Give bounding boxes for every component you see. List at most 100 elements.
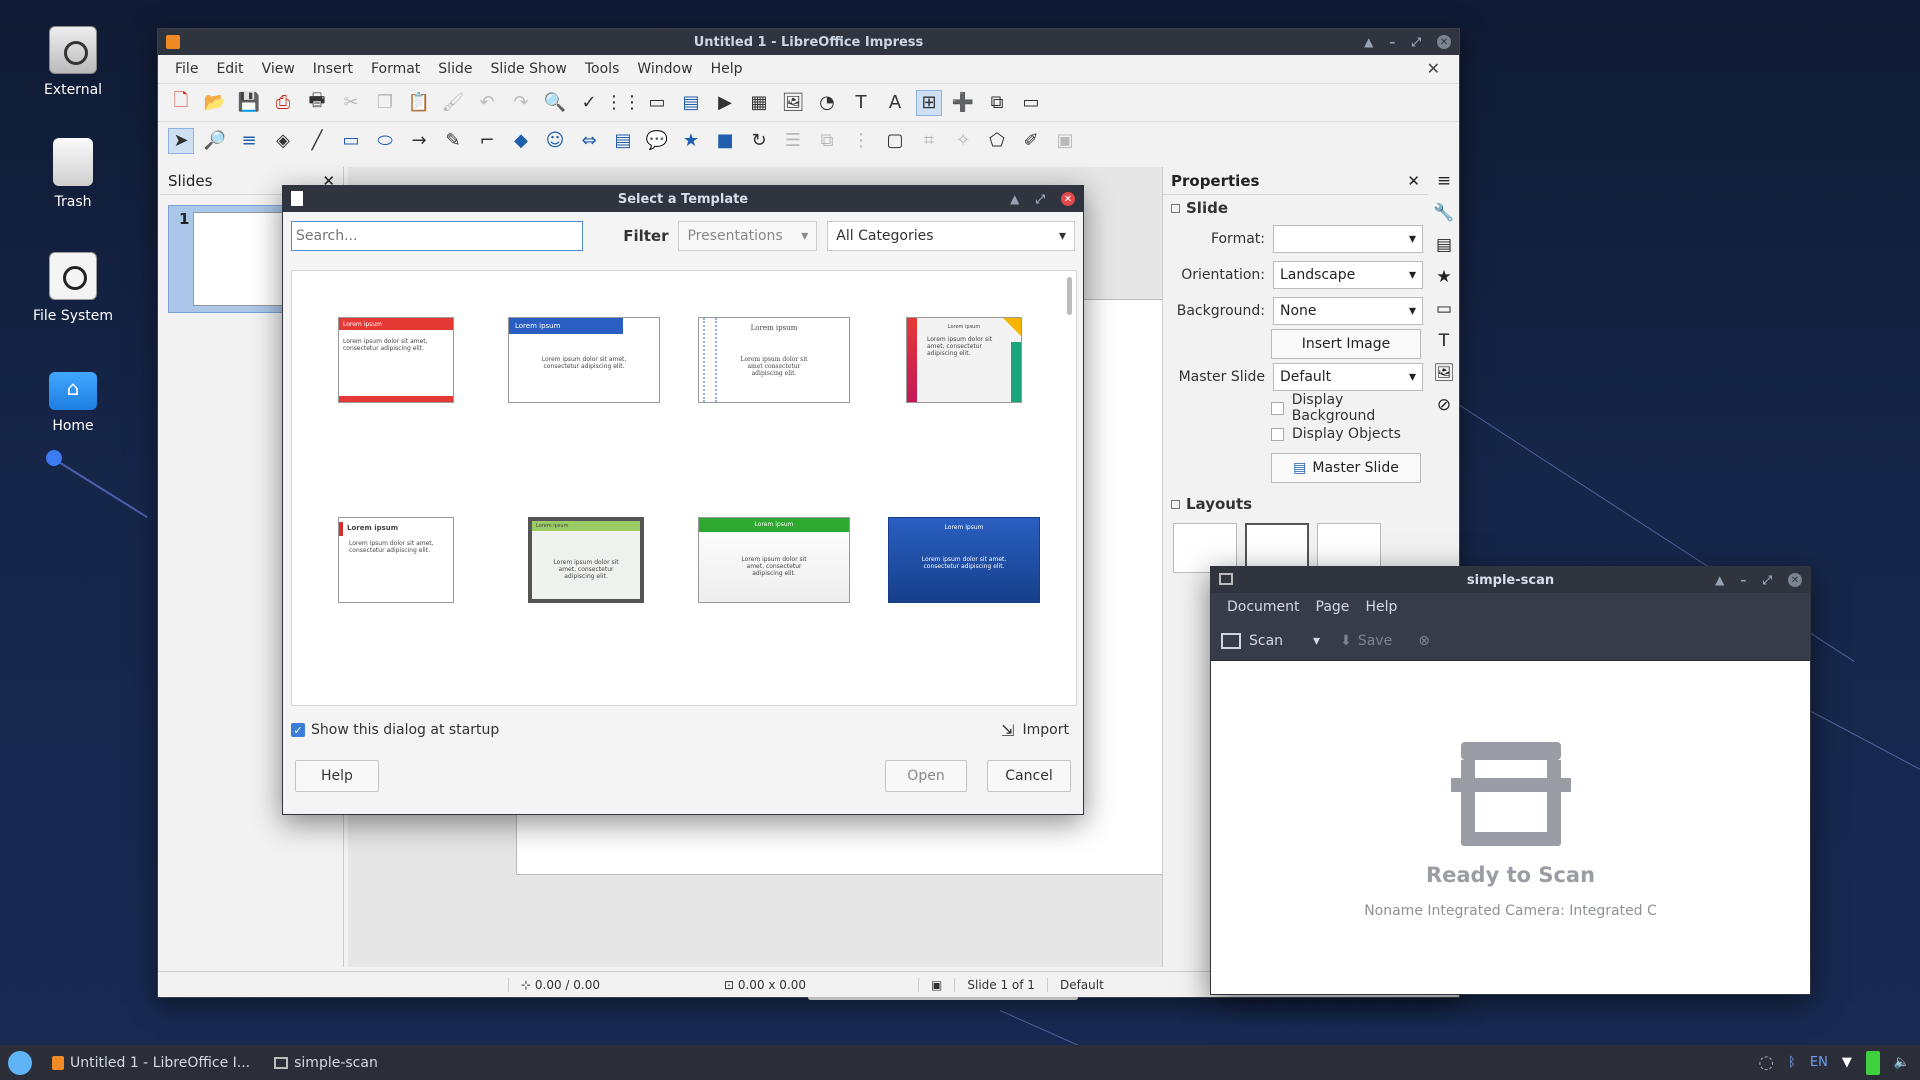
close-button[interactable]: ✕: [1437, 35, 1451, 49]
find-replace-icon[interactable]: 🔍: [542, 90, 568, 116]
filter-select[interactable]: Presentations ▾: [678, 221, 818, 251]
menu-icon[interactable]: ≡: [1437, 171, 1451, 191]
line-color-icon[interactable]: ≡: [236, 128, 262, 154]
shadow-icon[interactable]: ▢: [882, 128, 908, 154]
desktop-icon-home[interactable]: Home: [18, 364, 128, 434]
new-slide-icon[interactable]: ➕: [950, 90, 976, 116]
impress-titlebar[interactable]: Untitled 1 - LibreOffice Impress ▲ – ⤢ ✕: [158, 29, 1459, 55]
master-slides-tab-icon[interactable]: ▭: [1436, 299, 1452, 319]
helplines-icon[interactable]: ⊞: [916, 89, 942, 116]
insert-image-button[interactable]: Insert Image: [1271, 329, 1421, 359]
master-slide-select[interactable]: Default ▾: [1273, 363, 1423, 391]
display-background-checkbox[interactable]: Display Background: [1271, 392, 1428, 424]
keyboard-layout[interactable]: EN: [1810, 1055, 1828, 1070]
shade-button[interactable]: ▲: [1364, 35, 1373, 49]
slide-layout-icon[interactable]: ▭: [1018, 90, 1044, 116]
menu-help[interactable]: Help: [702, 61, 752, 77]
clone-formatting-icon[interactable]: 🖌: [440, 90, 466, 116]
flowchart-icon[interactable]: ▤: [610, 128, 636, 154]
wifi-icon[interactable]: ▼: [1842, 1055, 1852, 1070]
battery-icon[interactable]: [1865, 1050, 1880, 1075]
background-select[interactable]: None ▾: [1273, 297, 1423, 325]
distribute-icon[interactable]: ⋮: [848, 128, 874, 154]
textbox-icon[interactable]: T: [848, 90, 874, 116]
document-modified-icon[interactable]: ▣: [918, 977, 954, 992]
open-button[interactable]: Open: [885, 760, 967, 792]
spelling-icon[interactable]: ✓: [576, 90, 602, 116]
menu-slide[interactable]: Slide: [429, 61, 481, 77]
open-icon[interactable]: 📂: [202, 90, 228, 116]
template-thumbnail[interactable]: Lorem ipsum Lorem ipsum dolor sit amet, …: [338, 317, 454, 403]
rotate-icon[interactable]: ↻: [746, 128, 772, 154]
select-icon[interactable]: ➤: [168, 127, 194, 154]
arrange-icon[interactable]: ⧉: [814, 128, 840, 154]
save-button[interactable]: ⬇ Save: [1340, 633, 1392, 649]
paste-icon[interactable]: 📋: [406, 90, 432, 116]
curve-icon[interactable]: ✎: [440, 128, 466, 154]
redo-icon[interactable]: ↷: [508, 90, 534, 116]
shade-button[interactable]: ▲: [1010, 192, 1019, 206]
format-select[interactable]: ▾: [1273, 225, 1423, 253]
styles-tab-icon[interactable]: T: [1439, 331, 1449, 351]
menu-document[interactable]: Document: [1219, 599, 1308, 615]
display-views-icon[interactable]: ▭: [644, 90, 670, 116]
3d-objects-icon[interactable]: ■: [712, 128, 738, 154]
scan-titlebar[interactable]: simple-scan ▲ – ⤢ ✕: [1211, 567, 1810, 593]
template-thumbnail[interactable]: Lorem ipsum Lorem ipsum dolor sit amet, …: [508, 317, 660, 403]
maximize-button[interactable]: ⤢: [1762, 573, 1772, 588]
close-icon[interactable]: ✕: [1407, 172, 1420, 190]
start-menu-button[interactable]: [0, 1045, 40, 1080]
category-select[interactable]: All Categories ▾: [827, 221, 1075, 251]
duplicate-slide-icon[interactable]: ⧉: [984, 90, 1010, 116]
stars-icon[interactable]: ★: [678, 128, 704, 154]
desktop-icon-external[interactable]: External: [18, 26, 128, 98]
image-icon[interactable]: 🖼: [780, 90, 806, 116]
menu-view[interactable]: View: [253, 61, 304, 77]
callouts-icon[interactable]: 💬: [644, 128, 670, 154]
gallery-tab-icon[interactable]: 🖼: [1433, 363, 1455, 383]
search-input[interactable]: [291, 221, 584, 251]
menu-page[interactable]: Page: [1308, 599, 1358, 615]
menu-insert[interactable]: Insert: [304, 61, 362, 77]
filter-icon[interactable]: ✧: [950, 128, 976, 154]
template-thumbnail[interactable]: Lorem ipsum Lorem ipsum dolor sit amet, …: [338, 517, 454, 603]
fill-color-icon[interactable]: ◈: [270, 128, 296, 154]
template-thumbnail[interactable]: Lorem ipsum Lorem ipsum dolor sit amet, …: [906, 317, 1022, 403]
menu-slide-show[interactable]: Slide Show: [481, 61, 575, 77]
orientation-select[interactable]: Landscape ▾: [1273, 261, 1423, 289]
points-icon[interactable]: ⬠: [984, 128, 1010, 154]
minimize-button[interactable]: –: [1389, 35, 1395, 49]
maximize-button[interactable]: ⤢: [1035, 192, 1045, 207]
layouts-section-header[interactable]: Layouts: [1163, 491, 1428, 517]
fontwork-icon[interactable]: A: [882, 90, 908, 116]
shade-button[interactable]: ▲: [1715, 573, 1724, 587]
block-arrows-icon[interactable]: ⇔: [576, 128, 602, 154]
desktop-icon-trash[interactable]: Trash: [18, 138, 128, 210]
menu-help[interactable]: Help: [1357, 599, 1405, 615]
scan-button[interactable]: Scan: [1221, 632, 1283, 649]
slide-transition-tab-icon[interactable]: ▤: [1436, 235, 1452, 255]
zoom-icon[interactable]: 🔎: [202, 128, 228, 154]
undo-icon[interactable]: ↶: [474, 90, 500, 116]
cut-icon[interactable]: ✂: [338, 90, 364, 116]
menu-edit[interactable]: Edit: [207, 61, 252, 77]
grid-icon[interactable]: ⋮⋮: [605, 90, 641, 116]
chart-icon[interactable]: ◔: [814, 90, 840, 116]
menu-window[interactable]: Window: [628, 61, 701, 77]
gallery-scrollbar[interactable]: [1067, 277, 1072, 315]
task-simple-scan[interactable]: simple-scan: [262, 1055, 390, 1071]
dialog-titlebar[interactable]: Select a Template ▲ ⤢ ✕: [283, 186, 1083, 212]
align-icon[interactable]: ☰: [780, 128, 806, 154]
template-thumbnail[interactable]: Lorem ipsum Lorem ipsum dolor sit amet, …: [528, 517, 644, 603]
task-libreoffice[interactable]: Untitled 1 - LibreOffice I...: [40, 1055, 262, 1071]
export-pdf-icon[interactable]: ⎙: [270, 90, 296, 116]
template-thumbnail[interactable]: Lorem ipsum Lorem ipsum dolor sit amet c…: [698, 317, 850, 403]
display-objects-checkbox[interactable]: Display Objects: [1271, 421, 1428, 447]
slide-section-header[interactable]: Slide: [1163, 195, 1428, 221]
master-slide-button[interactable]: ▤ Master Slide: [1271, 453, 1421, 483]
menu-file[interactable]: File: [166, 61, 207, 77]
save-icon[interactable]: 💾: [236, 90, 262, 116]
glue-points-icon[interactable]: ✐: [1018, 128, 1044, 154]
desktop-icon-file-system[interactable]: File System: [18, 252, 128, 324]
volume-icon[interactable]: 🔈: [1894, 1055, 1910, 1070]
